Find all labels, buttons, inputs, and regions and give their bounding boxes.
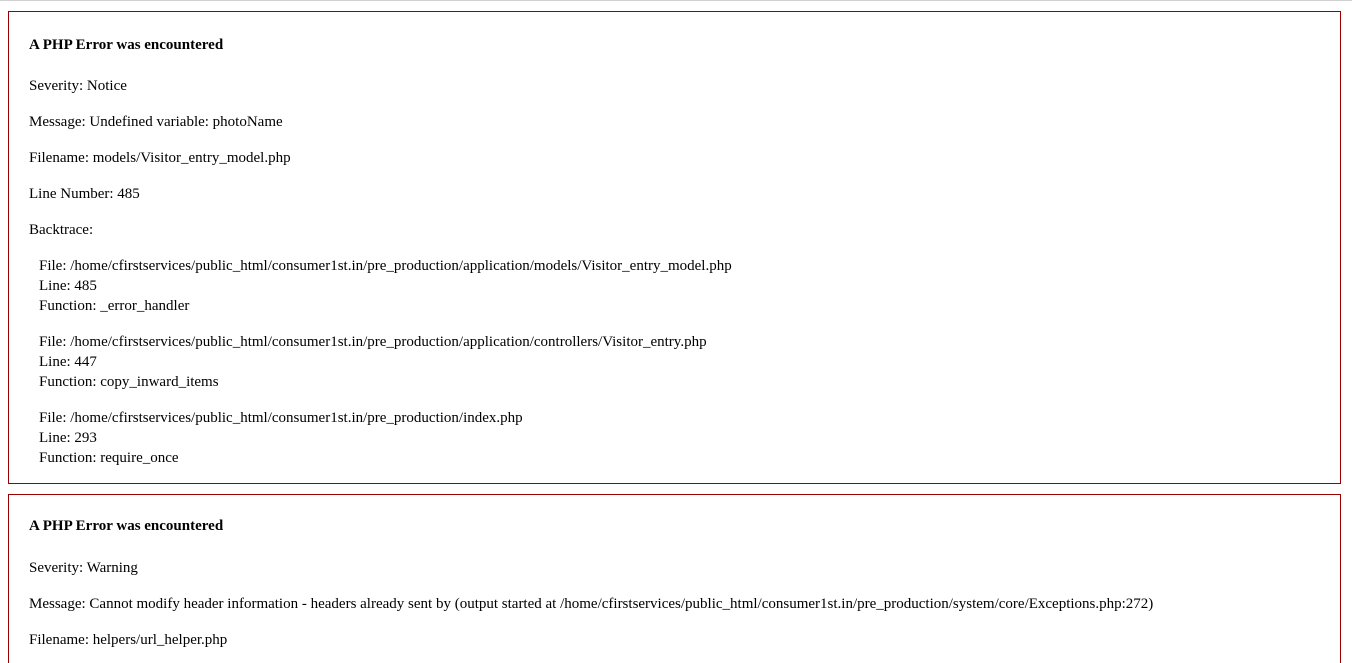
error-severity: Severity: Notice [29, 78, 127, 94]
error-heading: A PHP Error was encountered [29, 518, 224, 534]
backtrace-label: Backtrace: [29, 222, 94, 238]
php-error-notice: A PHP Error was encountered Severity: No… [8, 11, 1341, 484]
backtrace-file: File: /home/cfirstservices/public_html/c… [39, 258, 732, 274]
backtrace-file: File: /home/cfirstservices/public_html/c… [39, 410, 523, 426]
backtrace-line: Line: 447 [39, 354, 97, 370]
error-message: Message: Cannot modify header informatio… [29, 596, 1154, 612]
error-filename: Filename: models/Visitor_entry_model.php [29, 150, 291, 166]
backtrace-function: Function: _error_handler [39, 298, 190, 314]
error-heading: A PHP Error was encountered [29, 37, 224, 53]
error-line-number: Line Number: 485 [29, 186, 140, 202]
backtrace-function: Function: require_once [39, 450, 179, 466]
error-severity: Severity: Warning [29, 560, 138, 576]
backtrace-file: File: /home/cfirstservices/public_html/c… [39, 334, 707, 350]
backtrace-function: Function: copy_inward_items [39, 374, 219, 390]
php-error-warning: A PHP Error was encountered Severity: Wa… [8, 494, 1341, 663]
top-divider [0, 0, 1352, 3]
backtrace-line: Line: 485 [39, 278, 97, 294]
error-filename: Filename: helpers/url_helper.php [29, 632, 228, 648]
error-message: Message: Undefined variable: photoName [29, 114, 283, 130]
backtrace-line: Line: 293 [39, 430, 97, 446]
